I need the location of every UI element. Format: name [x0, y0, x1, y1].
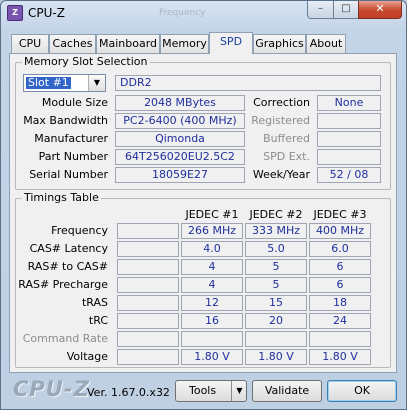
tools-button[interactable]: Tools ▼: [175, 380, 247, 402]
voltage-jedec-2: 1.80 V: [245, 349, 307, 365]
command-rate-jedec-2: [245, 331, 307, 347]
ras-precharge-jedec-2: 5: [245, 277, 307, 293]
ras-to-cas-jedec-1: 4: [181, 259, 243, 275]
cpuz-logo: CPU-Z: [13, 377, 90, 401]
cas-latency-jedec-1: 4.0: [181, 241, 243, 257]
correction-label: Correction: [253, 96, 310, 109]
module-size-label: Module Size: [41, 96, 108, 109]
cpuz-app-icon: Z: [7, 5, 23, 21]
tras-jedec-2: 15: [245, 295, 307, 311]
frequency-jedec-2: 333 MHz: [245, 223, 307, 239]
spd-ext-field: [317, 149, 381, 165]
tras-jedec-3: 18: [309, 295, 371, 311]
manufacturer-label: Manufacturer: [34, 132, 108, 145]
voltage-label: Voltage: [66, 350, 108, 363]
frequency-jedec-1: 266 MHz: [181, 223, 243, 239]
tab-mainboard[interactable]: Mainboard: [96, 34, 160, 53]
minimize-button[interactable]: –: [307, 1, 334, 19]
close-button[interactable]: ✕: [358, 1, 402, 19]
ras-precharge-jedec-3: 6: [309, 277, 371, 293]
spd-ext-label: SPD Ext.: [263, 150, 310, 163]
tab-caches[interactable]: Caches: [49, 34, 96, 53]
trc-jedec-2: 20: [245, 313, 307, 329]
buffered-field: [317, 131, 381, 147]
cas-latency-jedec-2: 5.0: [245, 241, 307, 257]
week-year-label: Week/Year: [252, 168, 310, 181]
trc-jedec-3: 24: [309, 313, 371, 329]
cpuz-window: Z CPU-Z Frequency – □ ✕ CPU Caches Mainb…: [0, 0, 407, 410]
timing-blank-cell: [117, 277, 179, 293]
cas-latency-jedec-3: 6.0: [309, 241, 371, 257]
tras-label: tRAS: [81, 296, 108, 309]
tools-dropdown-chevron-icon[interactable]: ▼: [231, 381, 247, 401]
tab-strip: CPU Caches Mainboard Memory SPD Graphics…: [11, 32, 401, 54]
trc-label: tRC: [88, 314, 108, 327]
tab-about[interactable]: About: [306, 34, 346, 53]
column-header-jedec-3: JEDEC #3: [313, 208, 367, 221]
chevron-down-icon[interactable]: ▼: [88, 75, 105, 91]
buffered-label: Buffered: [263, 132, 310, 145]
part-number-label: Part Number: [38, 150, 108, 163]
validate-button[interactable]: Validate: [252, 380, 322, 402]
tools-button-label: Tools: [189, 384, 217, 397]
window-title: CPU-Z: [28, 6, 65, 20]
tab-cpu[interactable]: CPU: [11, 34, 49, 53]
week-year-field: 52 / 08: [317, 167, 381, 183]
tras-jedec-1: 12: [181, 295, 243, 311]
timing-blank-cell: [117, 223, 179, 239]
frequency-jedec-3: 400 MHz: [309, 223, 371, 239]
tab-graphics[interactable]: Graphics: [253, 34, 306, 53]
serial-number-field: 18059E27: [115, 167, 245, 183]
slot-select[interactable]: Slot #1 ▼: [23, 74, 106, 92]
part-number-field: 64T256020EU2.5C2: [115, 149, 245, 165]
timings-table-group: Timings Table JEDEC #1 JEDEC #2 JEDEC #3…: [15, 191, 391, 368]
ras-to-cas-label: RAS# to CAS#: [27, 260, 108, 273]
spd-panel: Memory Slot Selection Slot #1 ▼ DDR2 Mod…: [9, 53, 397, 373]
ras-to-cas-jedec-3: 6: [309, 259, 371, 275]
max-bandwidth-field: PC2-6400 (400 MHz): [115, 113, 245, 129]
column-header-jedec-1: JEDEC #1: [185, 208, 239, 221]
timing-blank-cell: [117, 313, 179, 329]
column-header-jedec-2: JEDEC #2: [249, 208, 303, 221]
background-window-title: Frequency: [159, 8, 206, 18]
registered-field: [317, 113, 381, 129]
title-bar[interactable]: Z CPU-Z Frequency – □ ✕: [1, 1, 406, 25]
serial-number-label: Serial Number: [29, 168, 108, 181]
max-bandwidth-label: Max Bandwidth: [23, 114, 108, 127]
memory-slot-group: Memory Slot Selection Slot #1 ▼ DDR2 Mod…: [15, 55, 391, 190]
tab-spd[interactable]: SPD: [209, 32, 253, 54]
command-rate-label: Command Rate: [22, 332, 108, 345]
ras-precharge-jedec-1: 4: [181, 277, 243, 293]
memory-type-field: DDR2: [115, 75, 381, 91]
trc-jedec-1: 16: [181, 313, 243, 329]
slot-select-value: Slot #1: [26, 76, 71, 89]
ras-to-cas-jedec-2: 5: [245, 259, 307, 275]
module-size-field: 2048 MBytes: [115, 95, 245, 111]
frequency-label: Frequency: [51, 224, 108, 237]
correction-field: None: [317, 95, 381, 111]
timing-blank-cell: [117, 331, 179, 347]
timing-blank-cell: [117, 259, 179, 275]
ras-precharge-label: RAS# Precharge: [18, 278, 108, 291]
timing-blank-cell: [117, 241, 179, 257]
command-rate-jedec-3: [309, 331, 371, 347]
timings-table-group-title: Timings Table: [22, 191, 101, 204]
ok-button[interactable]: OK: [327, 380, 397, 402]
version-label: Ver. 1.67.0.x32: [87, 386, 170, 399]
voltage-jedec-3: 1.80 V: [309, 349, 371, 365]
tab-memory[interactable]: Memory: [160, 34, 209, 53]
footer-bar: CPU-Z Ver. 1.67.0.x32 Tools ▼ Validate O…: [1, 375, 406, 409]
maximize-button[interactable]: □: [333, 1, 359, 19]
timing-blank-cell: [117, 349, 179, 365]
command-rate-jedec-1: [181, 331, 243, 347]
timing-blank-cell: [117, 295, 179, 311]
memory-slot-group-title: Memory Slot Selection: [22, 55, 150, 68]
registered-label: Registered: [251, 114, 310, 127]
manufacturer-field: Qimonda: [115, 131, 245, 147]
voltage-jedec-1: 1.80 V: [181, 349, 243, 365]
cas-latency-label: CAS# Latency: [29, 242, 108, 255]
